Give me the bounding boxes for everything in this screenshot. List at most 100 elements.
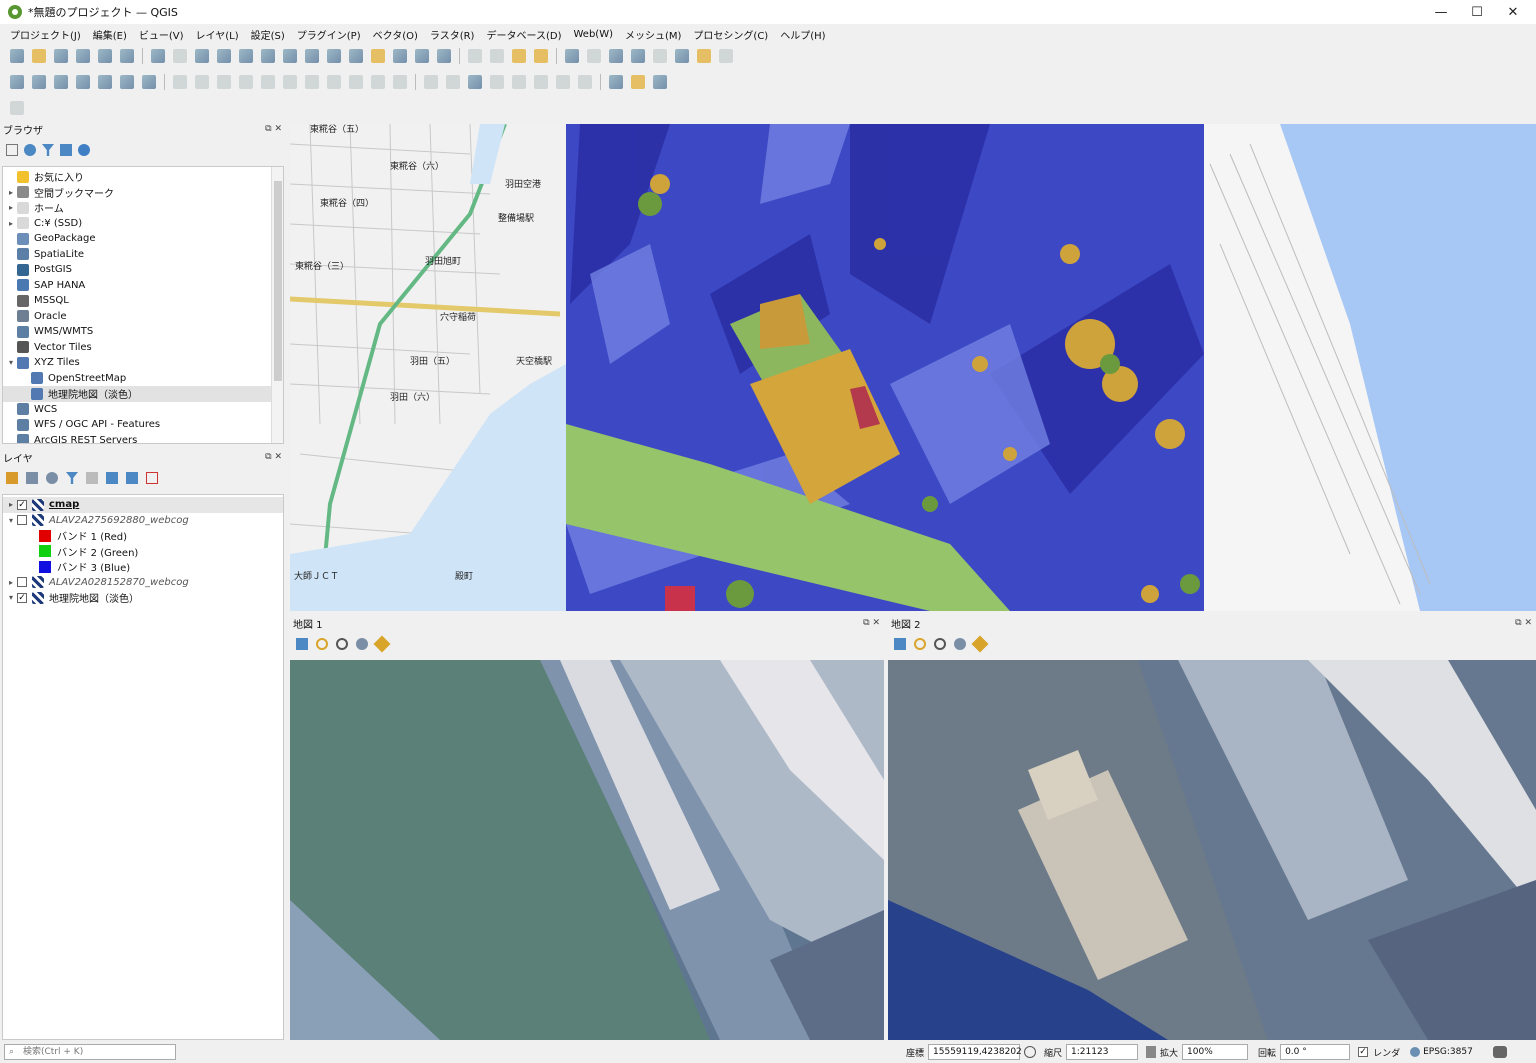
search-input[interactable]: ⌕ 検索(Ctrl + K) [4,1044,176,1060]
new-temp-layer-icon[interactable] [98,75,112,89]
browser-item[interactable]: MSSQL [3,293,283,309]
expand-arrow-icon[interactable]: ▸ [5,188,17,197]
processing-toolbox-icon[interactable] [609,49,623,63]
annotation-icon[interactable] [675,49,689,63]
label-pin-icon[interactable] [446,75,460,89]
filter-icon[interactable] [66,472,78,484]
label-icon[interactable] [424,75,438,89]
browser-item[interactable]: WMS/WMTS [3,324,283,340]
zoom-full-icon[interactable] [239,49,253,63]
remove-layer-icon[interactable] [146,472,158,484]
menu-vector[interactable]: ベクタ(O) [373,27,418,42]
label-change-icon[interactable] [556,75,570,89]
collapse-all-icon[interactable] [60,144,72,156]
menu-edit[interactable]: 編集(E) [93,27,127,42]
menu-web[interactable]: Web(W) [573,29,613,40]
add-group-icon[interactable] [26,472,38,484]
measure-icon[interactable] [653,49,667,63]
new-project-icon[interactable] [10,49,24,63]
layer-visibility-checkbox[interactable] [17,577,27,588]
new-shapefile-icon[interactable] [54,75,68,89]
refresh-icon[interactable] [24,144,36,156]
layer-visibility-checkbox[interactable]: ✓ [17,592,27,603]
layer-visibility-checkbox[interactable]: ✓ [17,499,27,510]
select-features-icon[interactable] [468,49,482,63]
band-legend-item[interactable]: バンド 1 (Red) [3,528,283,544]
collapse-all-icon[interactable] [126,472,138,484]
label-rotate-icon[interactable] [534,75,548,89]
vertex-tool-icon[interactable] [261,75,275,89]
expand-arrow-icon[interactable]: ▾ [5,593,17,602]
main-map-canvas[interactable]: 東糀谷（五） 東糀谷（六） 東糀谷（四） 東糀谷（三） 羽田旭町 穴守稲荷 羽田… [290,124,1536,611]
filter-icon[interactable] [42,144,54,156]
expand-arrow-icon[interactable]: ▸ [5,578,17,587]
crs-globe-icon[interactable] [1410,1047,1421,1057]
menu-settings[interactable]: 設定(S) [251,27,285,42]
panel-float-close-icon[interactable]: ⧉ ✕ [1515,618,1532,628]
toggle-editing-icon[interactable] [195,75,209,89]
toggle-extents-icon[interactable] [1024,1046,1037,1058]
new-virtual-layer-icon[interactable] [120,75,134,89]
new-geopackage-icon[interactable] [32,75,46,89]
browser-item[interactable]: Vector Tiles [3,340,283,356]
rotation-field[interactable]: 0.0 ° [1280,1044,1351,1060]
zoom-next-icon[interactable] [349,49,363,63]
settings-gear-icon[interactable] [719,49,733,63]
add-vector-icon[interactable] [142,75,156,89]
temporal-controller-icon[interactable] [415,49,429,63]
layer-item[interactable]: ▸ ALAV2A028152870_webcog [3,575,283,591]
attribute-table-icon[interactable] [534,49,548,63]
zoom-to-layer-icon[interactable] [336,638,348,650]
zoom-selection-icon[interactable] [261,49,275,63]
panel-float-close-icon[interactable]: ⧉ ✕ [265,452,282,462]
save-project-icon[interactable] [54,49,68,63]
style-manager-icon[interactable] [120,49,134,63]
undo-icon[interactable] [371,75,385,89]
cut-icon[interactable] [305,75,319,89]
browser-item[interactable]: 地理院地図（淡色） [3,386,283,402]
redo-icon[interactable] [393,75,407,89]
zoom-to-selection-icon[interactable] [316,638,328,650]
python-console-icon[interactable] [631,75,645,89]
browser-item[interactable]: SAP HANA [3,278,283,294]
band-legend-item[interactable]: バンド 3 (Blue) [3,559,283,575]
save-as-icon[interactable] [76,49,90,63]
map-tools-icon[interactable] [971,635,989,653]
expand-arrow-icon[interactable]: ▾ [5,516,17,525]
browser-item[interactable]: OpenStreetMap [3,371,283,387]
browser-item[interactable]: ▾ XYZ Tiles [3,355,283,371]
messages-icon[interactable] [1492,1046,1507,1058]
coordinate-field[interactable]: 15559119,4238202 [928,1044,1022,1060]
edit-pencil-icon[interactable] [173,75,187,89]
menu-processing[interactable]: プロセシング(C) [693,27,768,42]
browser-item[interactable]: GeoPackage [3,231,283,247]
open-project-icon[interactable] [32,49,46,63]
deselect-icon[interactable] [512,49,526,63]
map-tools-icon[interactable] [373,635,391,653]
refresh-icon[interactable] [437,49,451,63]
zoom-to-layer-icon[interactable] [934,638,946,650]
close-button[interactable]: ✕ [1490,0,1536,24]
band-legend-item[interactable]: バンド 2 (Green) [3,544,283,560]
expand-arrow-icon[interactable]: ▾ [5,358,17,367]
menu-view[interactable]: ビュー(V) [139,27,184,42]
zoom-out-icon[interactable] [217,49,231,63]
browser-item[interactable]: SpatiaLite [3,247,283,263]
menu-project[interactable]: プロジェクト(J) [10,27,81,42]
add-selected-icon[interactable] [6,144,18,156]
menu-help[interactable]: ヘルプ(H) [780,27,825,42]
new-3d-view-icon[interactable] [393,49,407,63]
menu-mesh[interactable]: メッシュ(M) [625,27,681,42]
save-edits-icon[interactable] [217,75,231,89]
menu-raster[interactable]: ラスタ(R) [430,27,475,42]
globe-icon[interactable] [609,75,623,89]
zoom-full-icon[interactable] [296,638,308,650]
lock-scale-icon[interactable] [1146,1046,1157,1058]
scale-field[interactable]: 1:21123 [1066,1044,1139,1060]
map2-canvas[interactable] [888,660,1536,1040]
browser-item[interactable]: ▸ C:¥ (SSD) [3,216,283,232]
expand-arrow-icon[interactable]: ▸ [5,219,17,228]
zoom-full-icon[interactable] [894,638,906,650]
delete-selected-icon[interactable] [283,75,297,89]
scrollbar-thumb[interactable] [274,181,282,381]
